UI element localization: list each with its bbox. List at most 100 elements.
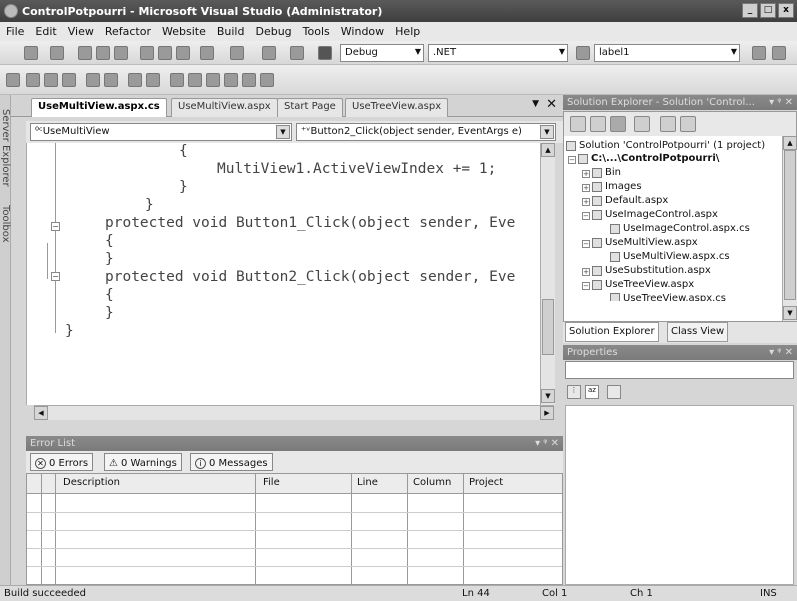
scroll-thumb[interactable] <box>784 150 796 300</box>
show-all-files-icon[interactable] <box>590 116 606 132</box>
collapse-region-icon[interactable]: − <box>51 272 60 281</box>
scroll-up-icon[interactable]: ▲ <box>783 136 797 150</box>
platform-combo[interactable]: .NET ▼ <box>428 44 568 62</box>
server-explorer-tab[interactable]: Server Explorer <box>0 109 11 187</box>
cut-icon[interactable] <box>140 46 154 60</box>
expand-icon[interactable]: + <box>582 198 590 206</box>
find-in-files-icon[interactable] <box>576 46 590 60</box>
previous-bookmark-icon[interactable] <box>188 73 202 87</box>
collapse-icon[interactable]: − <box>582 212 590 220</box>
properties-grid[interactable] <box>565 405 794 585</box>
properties-object-combo[interactable] <box>565 361 794 379</box>
warnings-filter-button[interactable]: ⚠ 0 Warnings <box>104 453 182 471</box>
scroll-down-icon[interactable]: ▼ <box>541 389 555 403</box>
tab-start-page[interactable]: Start Page <box>277 98 343 117</box>
view-designer-icon[interactable] <box>660 116 676 132</box>
parameter-info-icon[interactable] <box>26 73 40 87</box>
comment-out-icon[interactable] <box>128 73 142 87</box>
close-window-button[interactable]: x <box>778 3 794 18</box>
menu-build[interactable]: Build <box>217 25 245 38</box>
messages-filter-button[interactable]: i0 Messages <box>190 453 273 471</box>
paste-icon[interactable] <box>176 46 190 60</box>
scroll-thumb[interactable] <box>542 299 554 355</box>
menu-window[interactable]: Window <box>341 25 384 38</box>
display-object-member-list-icon[interactable] <box>6 73 20 87</box>
tree-file-usemultiview[interactable]: UseMultiView.aspx <box>592 237 698 248</box>
properties-icon[interactable] <box>570 116 586 132</box>
next-bookmark-folder-icon[interactable] <box>242 73 256 87</box>
collapse-icon[interactable]: − <box>582 240 590 248</box>
menu-refactor[interactable]: Refactor <box>105 25 151 38</box>
undo-icon[interactable] <box>200 46 214 60</box>
tree-file-useimagecontrol-cs[interactable]: UseImageControl.aspx.cs <box>610 223 750 234</box>
property-pages-icon[interactable] <box>607 385 621 399</box>
find-combo[interactable]: label1 ▼ <box>594 44 740 62</box>
scroll-left-icon[interactable]: ◀ <box>34 406 48 420</box>
tree-folder-bin[interactable]: Bin <box>592 167 621 178</box>
tree-file-usesubstitution[interactable]: UseSubstitution.aspx <box>592 265 711 276</box>
scroll-right-icon[interactable]: ▶ <box>540 406 554 420</box>
tab-solution-explorer[interactable]: Solution Explorer <box>565 322 659 342</box>
tab-usetreeview-aspx[interactable]: UseTreeView.aspx <box>345 98 449 117</box>
scroll-up-icon[interactable]: ▲ <box>541 143 555 157</box>
quick-info-icon[interactable] <box>44 73 58 87</box>
tab-class-view[interactable]: Class View <box>667 322 729 342</box>
member-combo[interactable]: ⁺ᵛButton2_Click(object sender, EventArgs… <box>296 123 556 141</box>
toolbox-tab[interactable]: Toolbox <box>0 205 11 243</box>
copy-icon[interactable] <box>158 46 172 60</box>
column-project[interactable]: Project <box>469 477 503 488</box>
tree-file-usemultiview-cs[interactable]: UseMultiView.aspx.cs <box>610 251 730 262</box>
expand-icon[interactable]: + <box>582 268 590 276</box>
tree-file-useimagecontrol[interactable]: UseImageControl.aspx <box>592 209 718 220</box>
toolbox-icon[interactable] <box>772 46 786 60</box>
menu-website[interactable]: Website <box>162 25 206 38</box>
close-document-icon[interactable]: ✕ <box>546 97 557 112</box>
tab-usemultiview-aspx-cs[interactable]: UseMultiView.aspx.cs <box>31 98 167 117</box>
column-column[interactable]: Column <box>413 477 451 488</box>
add-item-icon[interactable] <box>50 46 64 60</box>
save-all-icon[interactable] <box>114 46 128 60</box>
tab-usemultiview-aspx[interactable]: UseMultiView.aspx <box>171 98 278 117</box>
menu-debug[interactable]: Debug <box>255 25 291 38</box>
collapse-region-icon[interactable]: − <box>51 222 60 231</box>
expand-icon[interactable]: + <box>582 170 590 178</box>
code-editor[interactable]: − − { MultiView1.ActiveViewIndex += 1; }… <box>26 143 554 405</box>
complete-word-icon[interactable] <box>62 73 76 87</box>
toggle-bookmark-icon[interactable] <box>170 73 184 87</box>
expand-icon[interactable]: + <box>582 184 590 192</box>
start-debugging-icon[interactable] <box>318 46 332 60</box>
editor-horizontal-scrollbar[interactable]: ◀ ▶ <box>34 405 554 420</box>
view-code-icon[interactable] <box>634 116 650 132</box>
menu-view[interactable]: View <box>68 25 94 38</box>
pin-close-icons[interactable]: ▾ ᵠ ✕ <box>769 345 793 360</box>
increase-indent-icon[interactable] <box>104 73 118 87</box>
next-bookmark-icon[interactable] <box>206 73 220 87</box>
tree-project[interactable]: C:\...\ControlPotpourri\ <box>578 153 719 164</box>
solution-configuration-combo[interactable]: Debug ▼ <box>340 44 424 62</box>
type-combo[interactable]: ⁰ᶜUseMultiView ▼ <box>30 123 292 141</box>
menu-tools[interactable]: Tools <box>303 25 330 38</box>
pin-close-icons[interactable]: ▾ ᵠ ✕ <box>535 436 559 451</box>
tree-file-default[interactable]: Default.aspx <box>592 195 668 206</box>
navigate-backward-icon[interactable] <box>262 46 276 60</box>
refresh-icon[interactable] <box>610 116 626 132</box>
uncomment-icon[interactable] <box>146 73 160 87</box>
column-line[interactable]: Line <box>357 477 378 488</box>
collapse-icon[interactable]: − <box>568 156 576 164</box>
editor-vertical-scrollbar[interactable]: ▲ ▼ <box>540 143 555 405</box>
redo-icon[interactable] <box>230 46 244 60</box>
clear-bookmarks-icon[interactable] <box>260 73 274 87</box>
column-description[interactable]: Description <box>63 477 120 488</box>
errors-filter-button[interactable]: ✕ 0 Errors <box>30 453 94 471</box>
maximize-button[interactable]: □ <box>760 3 776 18</box>
properties-window-icon[interactable] <box>752 46 766 60</box>
minimize-button[interactable]: _ <box>742 3 758 18</box>
navigate-forward-icon[interactable] <box>290 46 304 60</box>
alphabetical-icon[interactable]: az <box>585 385 599 399</box>
categorized-icon[interactable]: ⋮ <box>567 385 581 399</box>
column-file[interactable]: File <box>263 477 280 488</box>
menu-file[interactable]: File <box>6 25 24 38</box>
previous-bookmark-folder-icon[interactable] <box>224 73 238 87</box>
tree-folder-images[interactable]: Images <box>592 181 642 192</box>
save-icon[interactable] <box>96 46 110 60</box>
